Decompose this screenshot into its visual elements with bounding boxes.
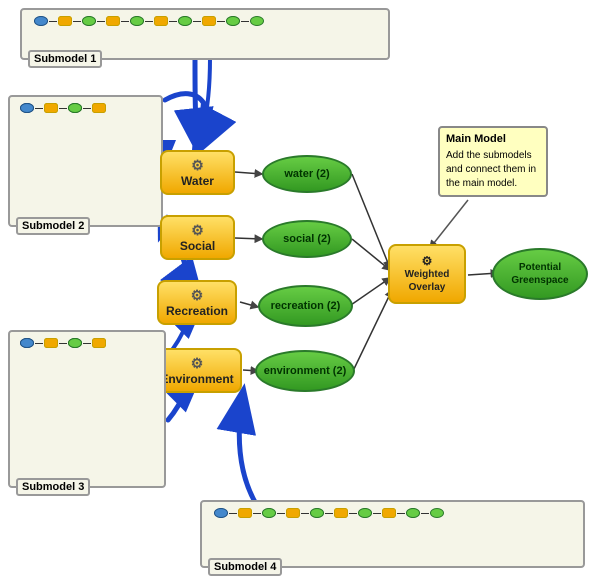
submodel1-chain2 bbox=[34, 16, 264, 26]
callout-title: Main Model bbox=[446, 132, 540, 147]
water-ellipse[interactable]: water (2) bbox=[262, 155, 352, 193]
submodel3-box[interactable]: Submodel 3 bbox=[8, 330, 166, 488]
weighted-overlay-label: WeightedOverlay bbox=[405, 268, 450, 294]
recreation-ellipse[interactable]: recreation (2) bbox=[258, 285, 353, 327]
water-ellipse-label: water (2) bbox=[284, 168, 329, 180]
recreation-label: Recreation bbox=[166, 304, 228, 318]
submodel4-chain2 bbox=[214, 508, 420, 518]
weighted-overlay-icon: ⚙ bbox=[422, 254, 433, 268]
recreation-ellipse-label: recreation (2) bbox=[271, 300, 341, 312]
potential-greenspace-label: PotentialGreenspace bbox=[509, 259, 570, 289]
callout-box: Main Model Add the submodels and connect… bbox=[438, 126, 548, 197]
social-label: Social bbox=[180, 239, 215, 253]
submodel4-label: Submodel 4 bbox=[208, 558, 282, 576]
callout-text: Add the submodels and connect them in th… bbox=[446, 150, 536, 189]
recreation-icon: ⚙ bbox=[191, 287, 204, 304]
water-icon: ⚙ bbox=[191, 157, 204, 174]
submodel1-label: Submodel 1 bbox=[28, 50, 102, 68]
environment-ellipse[interactable]: environment (2) bbox=[255, 350, 355, 392]
recreation-node[interactable]: ⚙ Recreation bbox=[157, 280, 237, 325]
social-node[interactable]: ⚙ Social bbox=[160, 215, 235, 260]
social-ellipse-label: social (2) bbox=[283, 233, 331, 245]
submodel1-box[interactable]: Submodel 1 bbox=[20, 8, 390, 60]
submodel2-box[interactable]: Submodel 2 bbox=[8, 95, 163, 227]
canvas: Submodel 1 bbox=[0, 0, 599, 580]
environment-icon: ⚙ bbox=[191, 355, 204, 372]
submodel3-chain6 bbox=[20, 338, 58, 348]
environment-label: Environment bbox=[160, 372, 233, 386]
social-icon: ⚙ bbox=[191, 222, 204, 239]
water-label: Water bbox=[181, 174, 214, 188]
submodel3-label: Submodel 3 bbox=[16, 478, 90, 496]
social-ellipse[interactable]: social (2) bbox=[262, 220, 352, 258]
weighted-overlay-node[interactable]: ⚙ WeightedOverlay bbox=[388, 244, 466, 304]
environment-ellipse-label: environment (2) bbox=[264, 365, 347, 377]
potential-greenspace-node[interactable]: PotentialGreenspace bbox=[492, 248, 588, 300]
submodel2-chain5 bbox=[20, 103, 82, 113]
submodel2-label: Submodel 2 bbox=[16, 217, 90, 235]
water-node[interactable]: ⚙ Water bbox=[160, 150, 235, 195]
submodel4-box[interactable]: Submodel 4 bbox=[200, 500, 585, 568]
